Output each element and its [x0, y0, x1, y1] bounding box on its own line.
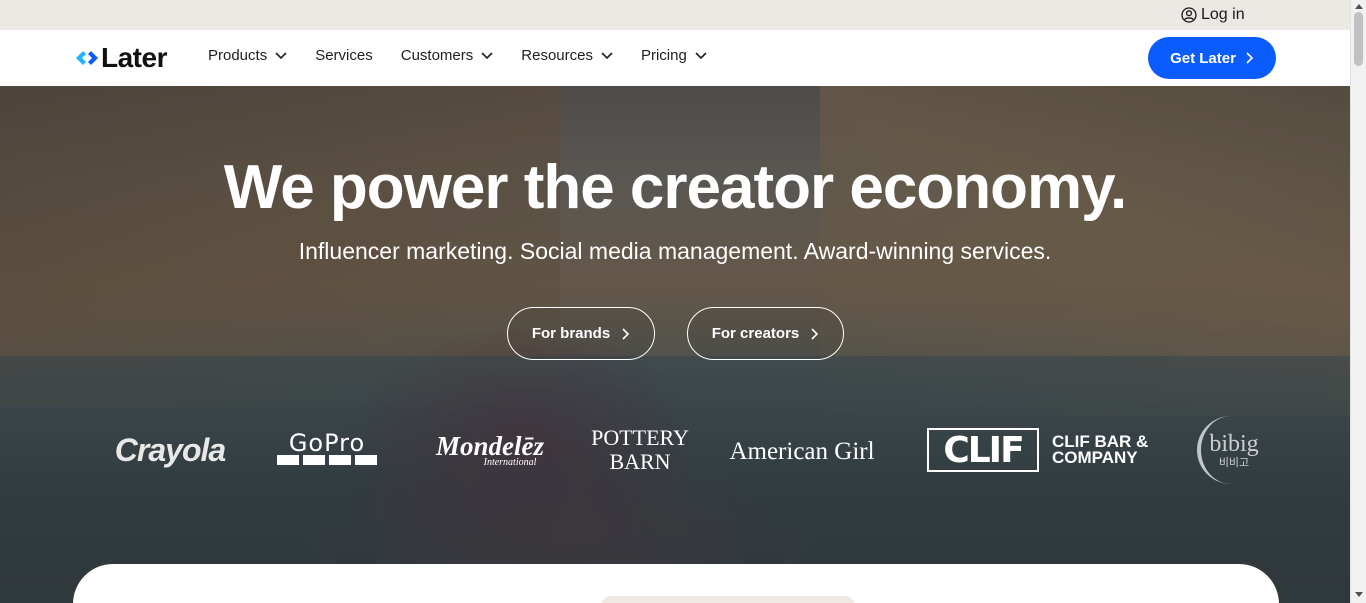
mondelez-logo: Mondelēz International [424, 430, 556, 470]
gopro-logo: GoPro [277, 429, 377, 466]
clif-logo-text: CLIF [943, 429, 1024, 471]
login-link[interactable]: Log in [1181, 5, 1245, 25]
get-later-label: Get Later [1170, 49, 1236, 67]
chevron-down-icon [601, 51, 613, 59]
get-later-button[interactable]: Get Later [1148, 37, 1276, 79]
nav-item-label: Services [315, 47, 373, 64]
chevron-right-icon [622, 327, 630, 340]
american-girl-logo-text: American Girl [729, 438, 875, 465]
chevron-right-icon [1246, 52, 1254, 64]
american-girl-logo: American Girl [724, 434, 880, 470]
hero-section: We power the creator economy. Influencer… [0, 86, 1350, 603]
nav-item-products[interactable]: Products [208, 47, 287, 64]
later-logo[interactable]: Later [76, 41, 167, 75]
content-card-pill [600, 596, 856, 603]
crayola-logo-text: Crayola [114, 431, 226, 468]
chevron-down-icon [481, 51, 493, 59]
nav-item-pricing[interactable]: Pricing [641, 47, 707, 64]
main-navigation: Later Products Services Customers Resour… [0, 30, 1350, 86]
hero-subheadline: Influencer marketing. Social media manag… [298, 238, 1052, 264]
login-label: Log in [1201, 6, 1245, 23]
scroll-down-arrow-icon[interactable] [1355, 592, 1363, 597]
pottery-barn-logo: POTTERY BARN [591, 426, 689, 474]
nav-item-label: Customers [400, 47, 474, 64]
utility-bar: Log in [0, 0, 1350, 30]
chevron-down-icon [695, 51, 707, 59]
scroll-up-arrow-icon[interactable] [1355, 4, 1363, 9]
user-circle-icon [1181, 7, 1197, 23]
nav-item-label: Resources [521, 47, 593, 64]
pottery-barn-line2: BARN [609, 449, 671, 474]
gopro-logo-bars [277, 455, 377, 465]
chevron-down-icon [275, 51, 287, 59]
logo-text: Later [101, 42, 167, 73]
nav-item-label: Products [208, 47, 268, 64]
for-creators-label: For creators [711, 325, 800, 342]
mondelez-logo-subtext: International [483, 456, 537, 468]
hero-headline: We power the creator economy. [223, 153, 1127, 222]
gopro-logo-text: GoPro [288, 429, 366, 457]
for-brands-button[interactable]: For brands [507, 307, 655, 360]
mondelez-logo-text: Mondelēz [436, 430, 544, 461]
page-scrollbar[interactable] [1350, 0, 1366, 603]
for-brands-label: For brands [531, 325, 611, 342]
scrollbar-thumb[interactable] [1354, 12, 1363, 66]
customer-logos: Crayola GoPro Mondelēz International POT… [0, 416, 1350, 506]
clif-logo: CLIF [927, 428, 1039, 472]
bibigo-logo-subtext: 비비고 [1218, 456, 1250, 469]
nav-item-resources[interactable]: Resources [521, 47, 613, 64]
bibigo-logo: bibig 비비고 [1197, 416, 1267, 484]
crayola-logo: Crayola [108, 432, 232, 468]
clif-bar-company-logo: CLIF BAR & COMPANY [1052, 433, 1152, 467]
for-creators-button[interactable]: For creators [687, 307, 844, 360]
clif-company-line2: COMPANY [1052, 448, 1138, 467]
later-logo-icon [76, 51, 98, 65]
pottery-barn-line1: POTTERY [591, 425, 689, 450]
nav-item-label: Pricing [640, 47, 687, 64]
chevron-right-icon [811, 327, 819, 340]
nav-item-services[interactable]: Services [315, 47, 373, 64]
nav-menu: Products Services Customers Resources Pr… [208, 47, 735, 64]
nav-item-customers[interactable]: Customers [401, 47, 494, 64]
